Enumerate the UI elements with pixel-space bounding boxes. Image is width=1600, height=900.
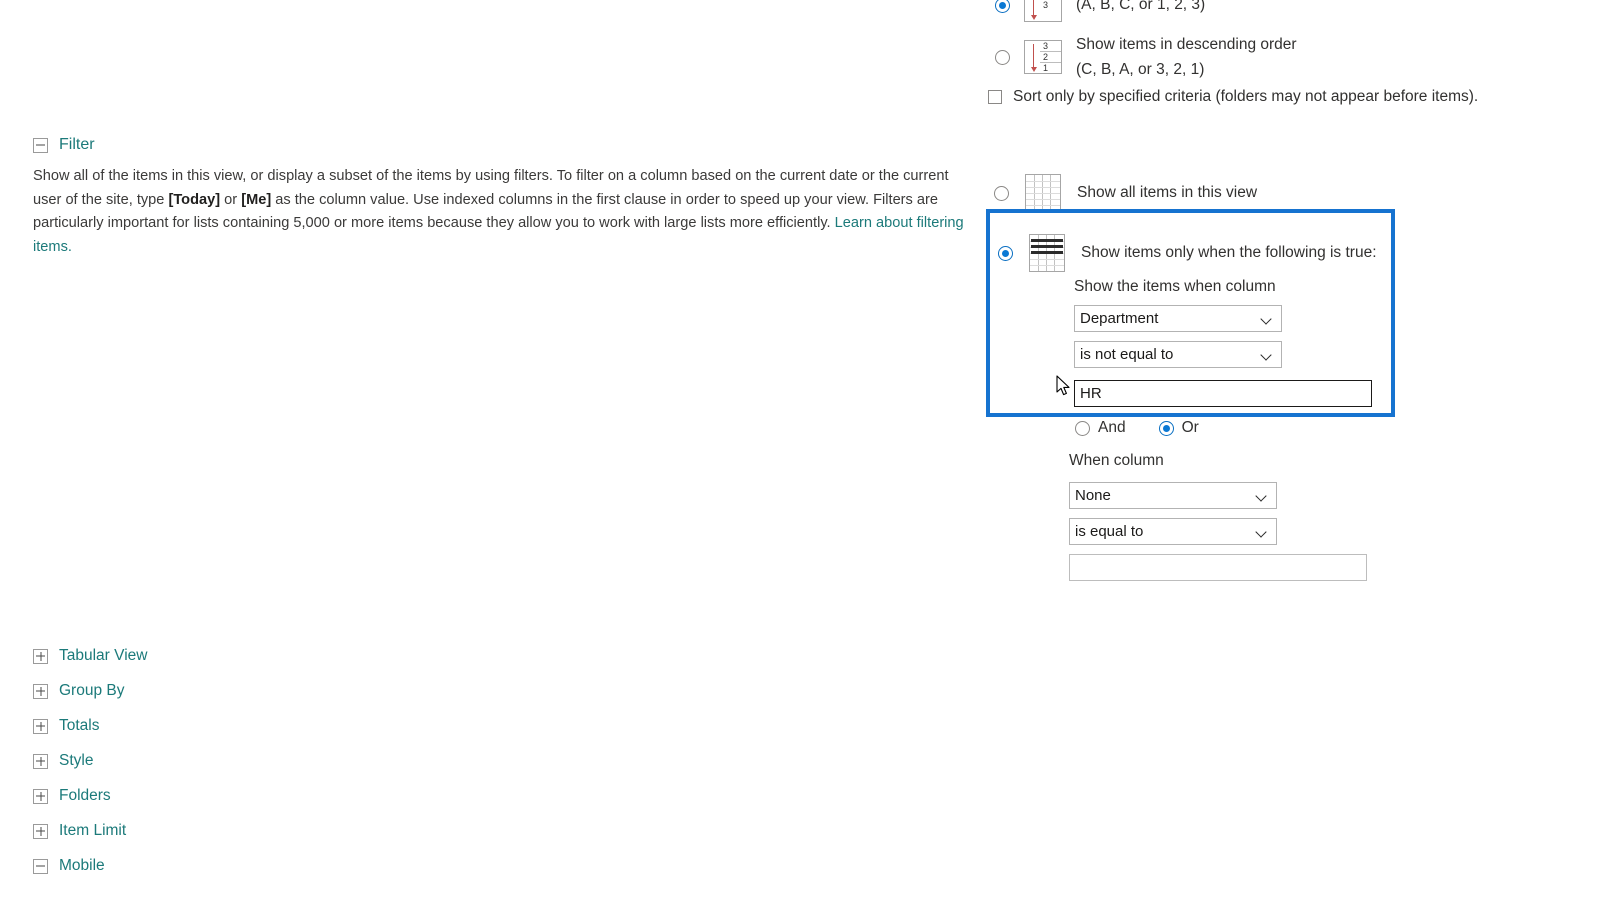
sidebar-item-label: Item Limit bbox=[59, 822, 127, 839]
conjunction-and-label: And bbox=[1098, 419, 1126, 436]
filter-description-me-token: [Me] bbox=[241, 191, 272, 208]
view-sections-list: Tabular View Group By Totals Style Folde… bbox=[33, 647, 147, 875]
sort-desc-cell-2: 2 bbox=[1040, 52, 1061, 64]
clause2-value-input[interactable] bbox=[1069, 554, 1367, 581]
sort-descending-radio[interactable] bbox=[995, 49, 1010, 65]
sidebar-item-mobile[interactable]: Mobile bbox=[33, 857, 105, 875]
sort-only-criteria-row[interactable]: Sort only by specified criteria (folders… bbox=[988, 86, 1478, 108]
show-filtered-items-label: Show items only when the following is tr… bbox=[1081, 243, 1377, 261]
sidebar-item-label: Tabular View bbox=[59, 647, 148, 664]
filter-heading-link[interactable]: Filter bbox=[33, 136, 95, 154]
sort-desc-cell-1: 3 bbox=[1040, 41, 1061, 53]
sort-ascending-option[interactable]: 3 (A, B, C, or 1, 2, 3) bbox=[995, 0, 1205, 22]
show-all-items-option[interactable]: Show all items in this view bbox=[994, 174, 1257, 212]
sidebar-item-label: Group By bbox=[59, 682, 125, 699]
sidebar-item-label: Folders bbox=[59, 787, 111, 804]
filter-section-heading[interactable]: Filter bbox=[33, 136, 95, 154]
sort-ascending-radio[interactable] bbox=[995, 0, 1010, 13]
show-filtered-items-option[interactable]: Show items only when the following is tr… bbox=[998, 234, 1377, 272]
sidebar-item-group-by[interactable]: Group By bbox=[33, 682, 124, 700]
expand-plus-icon[interactable] bbox=[33, 718, 48, 734]
clause1-operator-select[interactable]: is not equal to bbox=[1074, 341, 1282, 368]
expand-plus-icon[interactable] bbox=[33, 753, 48, 769]
clause1-column-select[interactable]: Department bbox=[1074, 305, 1282, 332]
sort-ascending-icon: 3 bbox=[1024, 0, 1062, 22]
show-filtered-items-radio[interactable] bbox=[998, 245, 1013, 261]
collapse-minus-icon[interactable] bbox=[33, 858, 48, 874]
sidebar-item-label: Totals bbox=[59, 717, 100, 734]
expand-plus-icon[interactable] bbox=[33, 823, 48, 839]
filter-condition-panel: Show items only when the following is tr… bbox=[986, 209, 1395, 417]
conjunction-and-option[interactable]: And bbox=[1075, 419, 1126, 437]
sort-only-criteria-checkbox[interactable] bbox=[988, 90, 1002, 105]
sort-descending-line1: Show items in descending order bbox=[1076, 36, 1297, 53]
filter-description-or: or bbox=[220, 191, 242, 208]
filter-heading-label: Filter bbox=[59, 136, 95, 153]
clause2-column-select[interactable]: None bbox=[1069, 482, 1277, 509]
sort-ascending-label: (A, B, C, or 1, 2, 3) bbox=[1076, 0, 1206, 13]
sort-asc-cell-top: 3 bbox=[1043, 0, 1049, 10]
sidebar-item-label: Mobile bbox=[59, 857, 105, 874]
sort-only-criteria-label: Sort only by specified criteria (folders… bbox=[1013, 88, 1479, 105]
sidebar-item-style[interactable]: Style bbox=[33, 752, 93, 770]
clause2-column-select-wrap[interactable]: None bbox=[1069, 482, 1277, 509]
clause1-column-select-wrap[interactable]: Department bbox=[1074, 305, 1282, 332]
clause1-label: Show the items when column bbox=[1074, 278, 1276, 295]
clause2-operator-select[interactable]: is equal to bbox=[1069, 518, 1277, 545]
conjunction-and-radio[interactable] bbox=[1075, 420, 1090, 436]
sort-descending-label: Show items in descending order (C, B, A,… bbox=[1076, 33, 1297, 82]
conjunction-or-radio[interactable] bbox=[1158, 420, 1174, 436]
sort-descending-icon: 3 2 1 bbox=[1024, 40, 1062, 75]
sort-desc-cell-3: 1 bbox=[1043, 62, 1049, 73]
expand-plus-icon[interactable] bbox=[33, 683, 48, 699]
sort-descending-option[interactable]: 3 2 1 Show items in descending order (C,… bbox=[995, 33, 1297, 82]
show-all-items-label: Show all items in this view bbox=[1077, 183, 1258, 201]
sidebar-item-item-limit[interactable]: Item Limit bbox=[33, 822, 126, 840]
conjunction-row[interactable]: And Or bbox=[1075, 419, 1199, 437]
conjunction-or-label: Or bbox=[1181, 419, 1199, 436]
collapse-minus-icon[interactable] bbox=[33, 137, 48, 153]
sidebar-item-totals[interactable]: Totals bbox=[33, 717, 100, 735]
conjunction-or-option[interactable]: Or bbox=[1158, 419, 1199, 437]
grid-filtered-items-icon bbox=[1029, 234, 1065, 272]
filter-description: Show all of the items in this view, or d… bbox=[33, 165, 968, 260]
clause2-operator-select-wrap[interactable]: is equal to bbox=[1069, 518, 1277, 545]
expand-plus-icon[interactable] bbox=[33, 648, 48, 664]
sidebar-item-folders[interactable]: Folders bbox=[33, 787, 111, 805]
clause1-operator-select-wrap[interactable]: is not equal to bbox=[1074, 341, 1282, 368]
filter-description-today-token: [Today] bbox=[168, 191, 221, 208]
grid-all-items-icon bbox=[1025, 174, 1061, 212]
expand-plus-icon[interactable] bbox=[33, 788, 48, 804]
sidebar-item-tabular-view[interactable]: Tabular View bbox=[33, 647, 147, 665]
clause2-label: When column bbox=[1069, 452, 1164, 469]
clause1-value-input[interactable] bbox=[1074, 380, 1372, 407]
sort-descending-line2: (C, B, A, or 3, 2, 1) bbox=[1076, 61, 1205, 79]
sidebar-item-label: Style bbox=[59, 752, 94, 769]
show-all-items-radio[interactable] bbox=[994, 185, 1009, 201]
